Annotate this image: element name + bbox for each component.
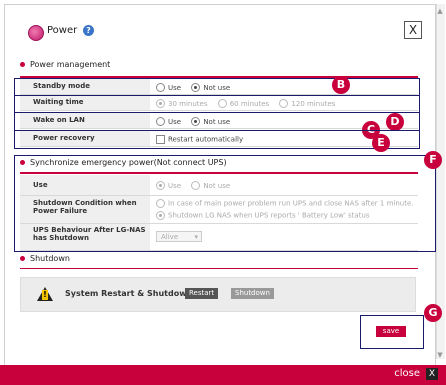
help-icon[interactable]: ?	[83, 25, 94, 36]
annotation-box-g	[360, 315, 424, 349]
annotation-box-d	[14, 112, 420, 131]
footer-bar	[0, 365, 446, 385]
annotation-box-f	[14, 155, 436, 252]
annotation-box-c	[14, 95, 420, 113]
restart-button[interactable]: Restart	[185, 288, 219, 299]
shutdown-panel: System Restart & Shutdown Restart Shutdo…	[20, 277, 416, 312]
power-management-heading: Power management	[20, 60, 110, 69]
shutdown-button[interactable]: Shutdown	[231, 288, 274, 299]
section-title: Shutdown	[30, 254, 70, 263]
annotation-marker-d: D	[386, 113, 404, 131]
bullet-icon	[20, 62, 25, 67]
annotation-marker-f: F	[424, 151, 442, 169]
annotation-box-e	[14, 130, 420, 149]
close-icon[interactable]: X	[426, 368, 438, 380]
close-button[interactable]: X	[404, 21, 422, 39]
annotation-marker-e: E	[372, 134, 390, 152]
annotation-marker-b: B	[332, 76, 350, 94]
warning-icon	[37, 287, 53, 301]
divider	[20, 268, 418, 269]
annotation-marker-g: G	[424, 304, 442, 322]
shutdown-text: System Restart & Shutdown	[65, 289, 193, 298]
power-icon	[28, 25, 44, 41]
page-title: Power	[47, 25, 78, 36]
bullet-icon	[20, 256, 25, 261]
scroll-up-icon[interactable]: ▲	[436, 6, 444, 16]
close-link[interactable]: close	[394, 368, 420, 379]
scroll-down-icon[interactable]: ▼	[436, 350, 444, 360]
shutdown-heading: Shutdown	[20, 254, 70, 263]
section-title: Power management	[30, 60, 111, 69]
